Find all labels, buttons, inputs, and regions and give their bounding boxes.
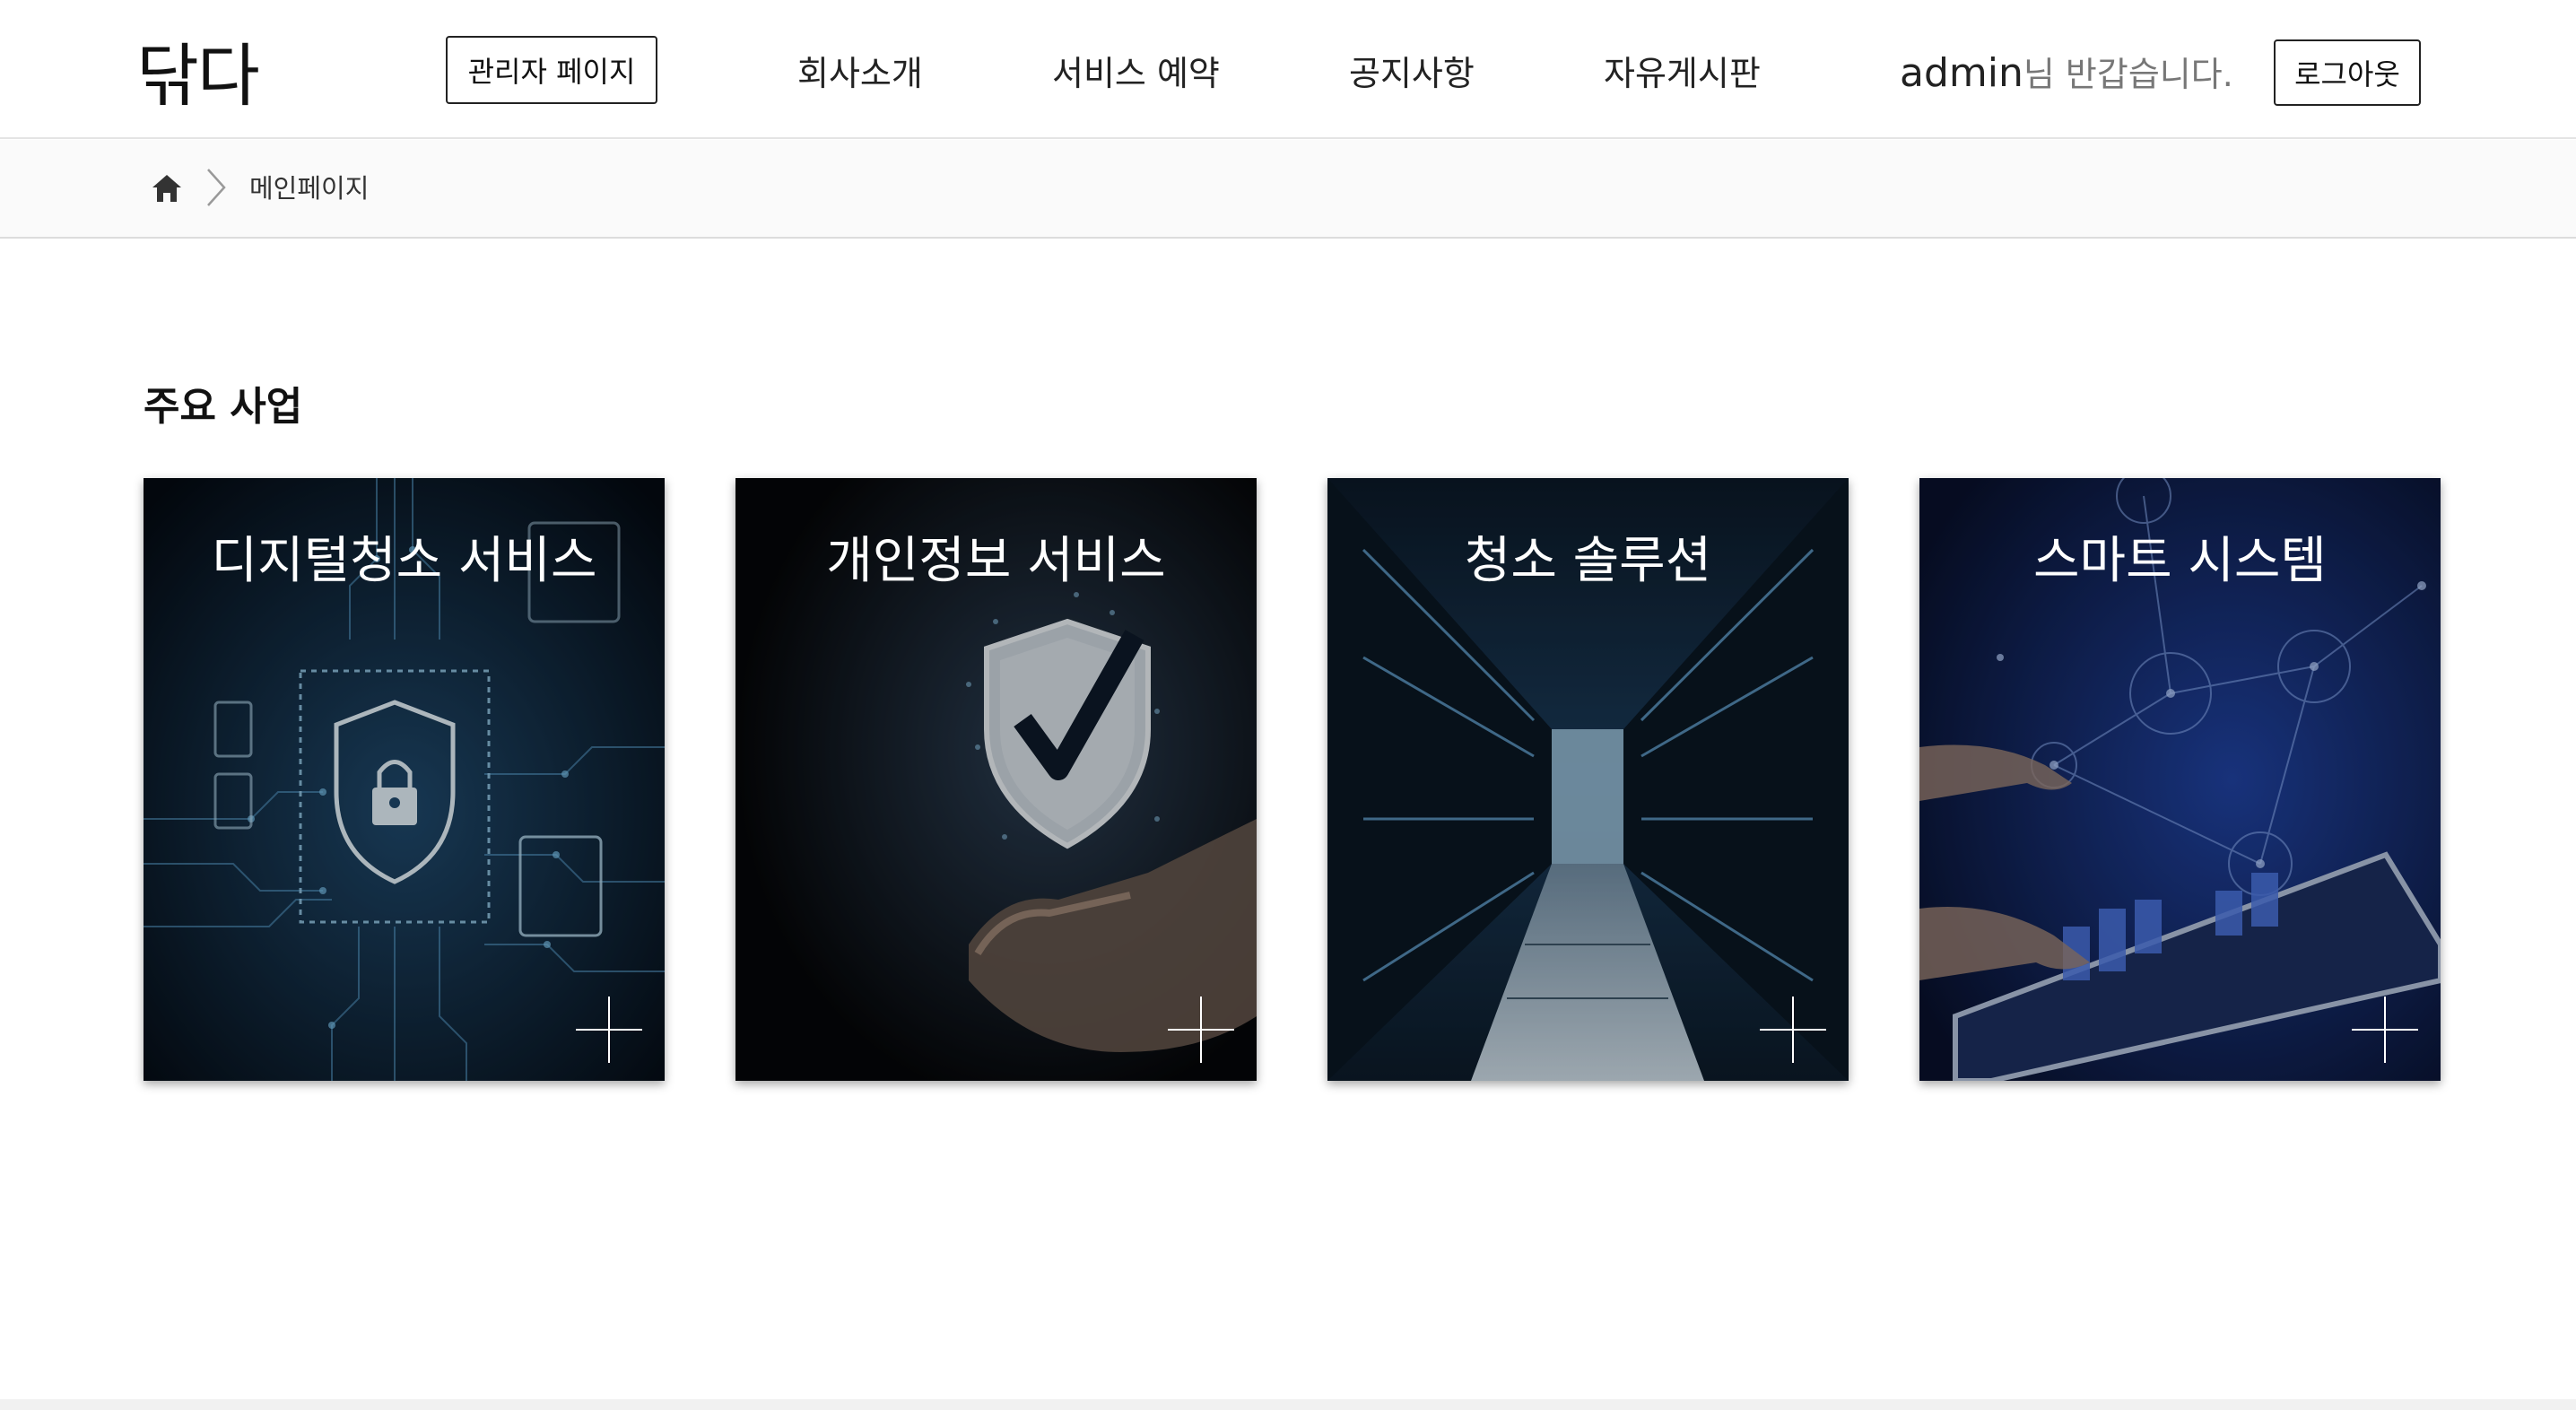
nav-item-free-board[interactable]: 자유게시판 xyxy=(1604,48,1761,99)
breadcrumb-current: 메인페이지 xyxy=(249,173,370,204)
card-title: 개인정보 서비스 xyxy=(826,532,1166,590)
chevron-right-icon xyxy=(207,169,226,206)
user-greeting: admin님 반갑습니다. xyxy=(1900,48,2233,107)
plus-icon[interactable] xyxy=(1760,997,1826,1063)
plus-icon[interactable] xyxy=(1168,997,1234,1063)
card-title: 디지털청소 서비스 xyxy=(211,532,597,590)
card-title: 스마트 시스템 xyxy=(2033,532,2327,590)
nav-item-service-booking[interactable]: 서비스 예약 xyxy=(1052,48,1220,99)
card-title: 청소 솔루션 xyxy=(1464,532,1712,590)
business-card-digital-cleaning[interactable]: 디지털청소 서비스 xyxy=(144,478,665,1081)
section-title: 주요 사업 xyxy=(144,384,303,430)
nav-item-notice[interactable]: 공지사항 xyxy=(1349,48,1475,99)
footer-divider xyxy=(0,1399,2576,1410)
home-icon[interactable] xyxy=(151,172,183,205)
logout-button[interactable]: 로그아웃 xyxy=(2274,39,2421,106)
user-name: admin xyxy=(1900,50,2023,96)
site-logo[interactable]: 닦다 xyxy=(136,36,260,117)
plus-icon[interactable] xyxy=(2352,997,2418,1063)
breadcrumb xyxy=(0,140,2576,239)
business-card-smart-system[interactable]: 스마트 시스템 xyxy=(1919,478,2441,1081)
business-card-privacy[interactable]: 개인정보 서비스 xyxy=(735,478,1257,1081)
business-card-cleaning-solution[interactable]: 청소 솔루션 xyxy=(1327,478,1849,1081)
greeting-suffix: 님 반갑습니다. xyxy=(2023,55,2233,94)
nav-item-company[interactable]: 회사소개 xyxy=(797,48,923,99)
admin-page-button[interactable]: 관리자 페이지 xyxy=(446,36,657,104)
site-header: 닦다 관리자 페이지 회사소개 서비스 예약 공지사항 자유게시판 admin님… xyxy=(0,0,2576,139)
plus-icon[interactable] xyxy=(576,997,642,1063)
